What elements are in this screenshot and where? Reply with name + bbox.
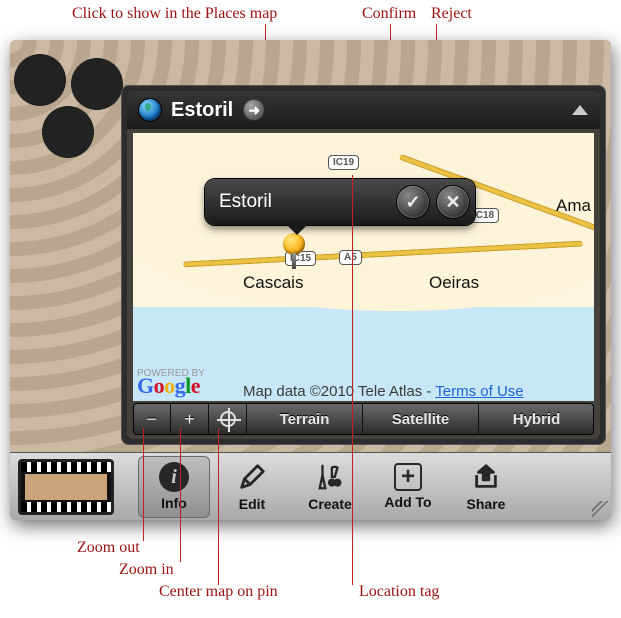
hybrid-tab[interactable]: Hybrid — [479, 403, 594, 435]
map-attribution: Map data ©2010 Tele Atlas - Terms of Use — [243, 383, 524, 400]
filmstrip-thumbnail[interactable] — [18, 459, 114, 515]
annotation-show-in-places: Click to show in the Places map — [72, 5, 277, 23]
confirm-location-button[interactable] — [397, 186, 429, 218]
collapse-triangle-icon[interactable] — [572, 105, 588, 115]
google-logo: Google — [137, 373, 200, 399]
resize-grip-icon[interactable] — [592, 501, 608, 517]
show-in-places-button[interactable]: ➜ — [243, 99, 265, 121]
annotation-zoom-in: Zoom in — [119, 561, 174, 579]
road-shield: IC19 — [328, 155, 359, 170]
annotation-location-tag: Location tag — [359, 583, 439, 601]
create-icon — [314, 461, 346, 493]
map-city-label: Ama — [556, 196, 591, 216]
annotation-center-pin: Center map on pin — [159, 583, 278, 601]
zoom-out-button[interactable]: − — [133, 403, 171, 435]
zoom-in-button[interactable]: + — [171, 403, 209, 435]
info-icon: i — [159, 462, 189, 492]
map-city-label: Oeiras — [429, 273, 479, 293]
center-on-pin-button[interactable] — [209, 403, 247, 435]
map-pin[interactable] — [283, 233, 305, 255]
annotation-zoom-out: Zoom out — [77, 539, 140, 557]
info-tab-button[interactable]: i Info — [138, 456, 210, 518]
annotation-confirm: Confirm — [362, 5, 416, 23]
plus-icon: + — [394, 463, 422, 491]
road-shield: A5 — [339, 250, 362, 265]
toolbar-label: Share — [467, 496, 506, 512]
globe-icon — [139, 99, 161, 121]
toolbar-label: Edit — [239, 496, 265, 512]
location-tag-popover: Estoril — [205, 179, 475, 225]
reject-location-button[interactable] — [437, 186, 469, 218]
add-to-tab-button[interactable]: + Add To — [372, 456, 444, 518]
toolbar-label: Add To — [384, 494, 431, 510]
crosshair-icon — [220, 411, 236, 427]
create-tab-button[interactable]: Create — [294, 456, 366, 518]
panel-title-bar: Estoril ➜ — [127, 91, 600, 129]
panel-title: Estoril — [171, 99, 233, 122]
terms-of-use-link[interactable]: Terms of Use — [435, 383, 523, 400]
map-city-label: Cascais — [243, 273, 303, 293]
bottom-toolbar: i Info Edit Create + Add To — [10, 452, 611, 520]
app-window: Estoril ➜ IC19 IC18 IC15 A5 Cascais Oeir… — [10, 40, 611, 520]
location-tag-text[interactable]: Estoril — [219, 191, 389, 213]
map-view[interactable]: IC19 IC18 IC15 A5 Cascais Oeiras Ama Est… — [133, 133, 594, 401]
annotation-reject: Reject — [431, 5, 472, 23]
toolbar-label: Create — [308, 496, 352, 512]
satellite-tab[interactable]: Satellite — [363, 403, 479, 435]
edit-tab-button[interactable]: Edit — [216, 456, 288, 518]
toolbar-label: Info — [161, 495, 187, 511]
share-tab-button[interactable]: Share — [450, 456, 522, 518]
pencil-icon — [236, 461, 268, 493]
info-panel: Estoril ➜ IC19 IC18 IC15 A5 Cascais Oeir… — [121, 85, 606, 445]
share-icon — [470, 461, 502, 493]
terrain-tab[interactable]: Terrain — [247, 403, 363, 435]
map-controls-bar: − + Terrain Satellite Hybrid — [133, 403, 594, 435]
